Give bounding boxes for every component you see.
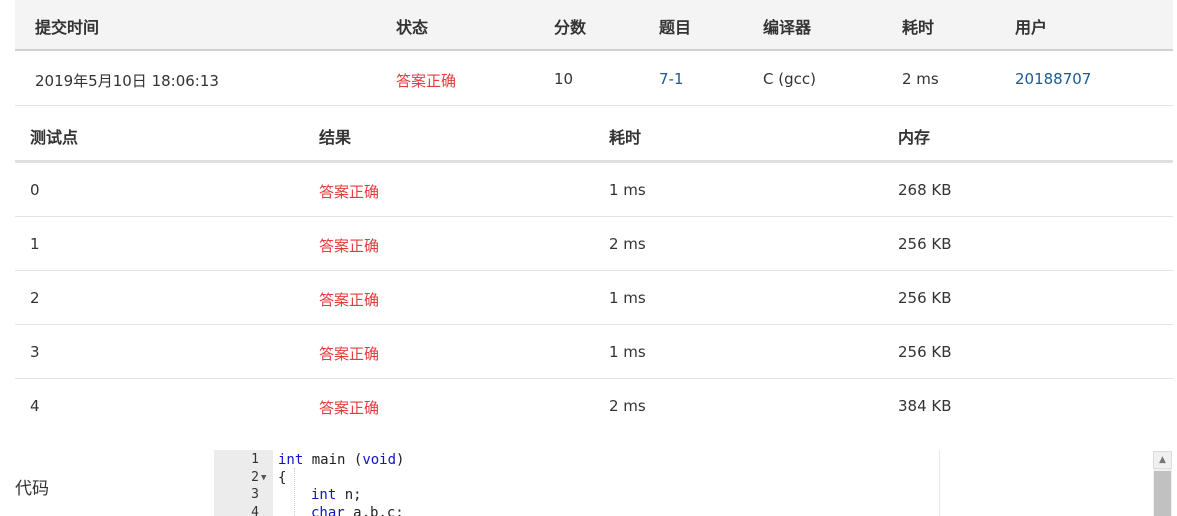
testcase-id: 4 [30, 397, 40, 415]
code-line: int main (void) [278, 452, 404, 468]
code-keyword: void [362, 452, 397, 468]
testcase-id: 2 [30, 289, 40, 307]
testcase-table: 测试点 结果 耗时 内存 0 答案正确 1 ms 268 KB 1 答案正确 2… [15, 104, 1173, 432]
header-testcase: 测试点 [30, 128, 79, 147]
header-compiler: 编译器 [763, 18, 812, 37]
testcase-result: 答案正确 [319, 399, 380, 417]
header-time: 耗时 [609, 128, 642, 147]
submission-table: 提交时间 状态 分数 题目 编译器 耗时 用户 2019年5月10日 18:06… [15, 0, 1173, 106]
code-line: { [278, 470, 286, 486]
submission-header: 提交时间 状态 分数 题目 编译器 耗时 用户 [15, 0, 1173, 51]
testcase-memory: 268 KB [898, 181, 952, 199]
scroll-up-arrow-icon[interactable]: ▲ [1153, 451, 1172, 469]
code-text: main ( [303, 452, 363, 468]
testcase-time: 2 ms [609, 235, 646, 253]
testcase-result: 答案正确 [319, 345, 380, 363]
testcase-header: 测试点 结果 耗时 内存 [15, 104, 1173, 163]
header-score: 分数 [554, 18, 587, 37]
submission-row: 2019年5月10日 18:06:13 答案正确 10 7-1 C (gcc) … [15, 51, 1173, 106]
header-status: 状态 [396, 18, 429, 37]
code-editor[interactable]: 1 2 ▼ 3 4 int main (void) { int n; char … [214, 450, 940, 516]
line-number: 1 [251, 452, 259, 467]
code-keyword: int [311, 487, 337, 503]
line-gutter: 1 2 ▼ 3 4 [214, 450, 273, 516]
code-text: ) [396, 452, 405, 468]
code-text: { [278, 470, 287, 486]
testcase-time: 1 ms [609, 343, 646, 361]
line-number: 2 [251, 470, 259, 485]
problem-link[interactable]: 7-1 [659, 70, 684, 88]
testcase-id: 3 [30, 343, 40, 361]
testcase-memory: 256 KB [898, 289, 952, 307]
code-line: char a,b,c; [311, 505, 404, 516]
testcase-row: 1 答案正确 2 ms 256 KB [15, 217, 1173, 271]
testcase-memory: 384 KB [898, 397, 952, 415]
header-elapsed: 耗时 [902, 18, 935, 37]
testcase-row: 3 答案正确 1 ms 256 KB [15, 325, 1173, 379]
testcase-result: 答案正确 [319, 291, 380, 309]
submission-status: 答案正确 [396, 72, 457, 90]
scroll-thumb[interactable] [1154, 471, 1171, 516]
testcase-result: 答案正确 [319, 237, 380, 255]
submission-score: 10 [554, 70, 574, 88]
testcase-row: 4 答案正确 2 ms 384 KB [15, 379, 1173, 432]
testcase-row: 0 答案正确 1 ms 268 KB [15, 163, 1173, 217]
submission-elapsed: 2 ms [902, 70, 939, 88]
testcase-result: 答案正确 [319, 183, 380, 201]
testcase-memory: 256 KB [898, 235, 952, 253]
testcase-id: 0 [30, 181, 40, 199]
submission-compiler: C (gcc) [763, 70, 816, 88]
code-line: int n; [311, 487, 362, 503]
testcase-time: 1 ms [609, 289, 646, 307]
submit-time: 2019年5月10日 18:06:13 [35, 72, 219, 90]
testcase-time: 1 ms [609, 181, 646, 199]
testcase-time: 2 ms [609, 397, 646, 415]
fold-arrow-icon[interactable]: ▼ [261, 473, 266, 483]
user-link[interactable]: 20188707 [1015, 70, 1091, 88]
header-submit-time: 提交时间 [35, 18, 100, 37]
code-text: a,b,c; [344, 505, 404, 516]
editor-scrollbar[interactable]: ▲ [1153, 451, 1172, 516]
code-text: n; [336, 487, 362, 503]
testcase-id: 1 [30, 235, 40, 253]
code-label: 代码 [15, 479, 49, 499]
code-keyword: char [311, 505, 345, 516]
header-result: 结果 [319, 128, 352, 147]
header-memory: 内存 [898, 128, 931, 147]
header-user: 用户 [1015, 18, 1048, 37]
testcase-memory: 256 KB [898, 343, 952, 361]
testcase-row: 2 答案正确 1 ms 256 KB [15, 271, 1173, 325]
line-number: 4 [251, 505, 259, 516]
code-keyword: int [278, 452, 304, 468]
line-number: 3 [251, 487, 259, 502]
indent-guide [294, 468, 296, 516]
header-problem: 题目 [659, 18, 692, 37]
